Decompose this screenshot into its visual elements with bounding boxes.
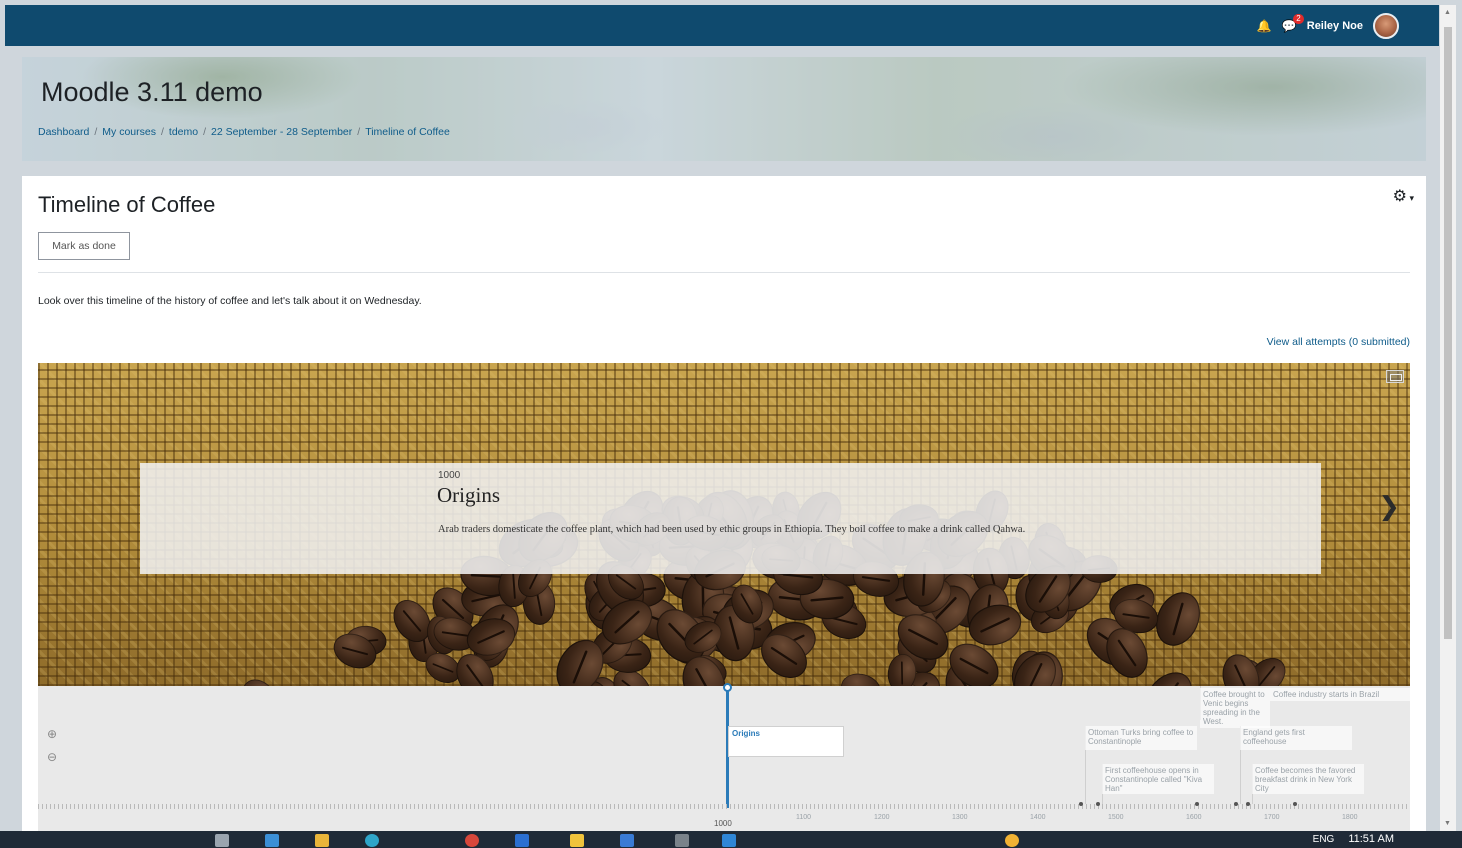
sticky-notes-icon[interactable]: [570, 834, 584, 847]
timeline-flag-ottoman[interactable]: Ottoman Turks bring coffee to Constantin…: [1085, 726, 1197, 750]
main-content: Timeline of Coffee ⚙ ▾ Mark as done Look…: [22, 176, 1426, 832]
scroll-down-icon[interactable]: ▼: [1444, 820, 1451, 827]
coffee-bean: [1137, 663, 1202, 686]
user-name[interactable]: Reiley Noe: [1307, 20, 1363, 32]
event-dot[interactable]: [1079, 802, 1083, 806]
language-indicator[interactable]: ENG: [1313, 834, 1335, 845]
coffee-bean: [837, 669, 885, 686]
task-view-icon[interactable]: [215, 834, 229, 847]
clock[interactable]: 11:51 AM: [1348, 833, 1394, 845]
breadcrumb-my-courses[interactable]: My courses: [102, 126, 156, 138]
app-icon[interactable]: [722, 834, 736, 847]
site-title: Moodle 3.11 demo: [41, 77, 263, 107]
axis-tick-1200: 1200: [874, 814, 890, 821]
gear-icon[interactable]: ⚙ ▾: [1393, 186, 1414, 206]
store-app-icon[interactable]: [620, 834, 634, 847]
page-scrollbar[interactable]: ▲ ▼: [1440, 5, 1456, 831]
timeline-slide-card: 1000 Origins Arab traders domesticate th…: [140, 463, 1321, 574]
mark-as-done-button[interactable]: Mark as done: [38, 232, 130, 260]
timeline-flag-england[interactable]: England gets first coffeehouse: [1240, 726, 1352, 750]
divider: [38, 272, 1410, 273]
message-count-badge: 2: [1293, 14, 1304, 24]
slide-title: Origins: [437, 483, 500, 507]
event-dot[interactable]: [1293, 802, 1297, 806]
breadcrumb-dashboard[interactable]: Dashboard: [38, 126, 89, 138]
timeline-flag-first-coffeehouse[interactable]: First coffeehouse opens in Constantinopl…: [1102, 764, 1214, 794]
avatar[interactable]: [1373, 13, 1399, 39]
file-explorer-icon[interactable]: [315, 834, 329, 847]
timeline-flag-breakfast[interactable]: Coffee becomes the favored breakfast dri…: [1252, 764, 1364, 794]
axis-tick-1500: 1500: [1108, 814, 1124, 821]
fullscreen-icon[interactable]: [1386, 370, 1404, 383]
slide-date: 1000: [438, 470, 461, 481]
scrollbar-thumb[interactable]: [1444, 27, 1452, 639]
timeline-flag-brazil[interactable]: Coffee industry starts in Brazil: [1270, 688, 1410, 701]
axis-tick-1800: 1800: [1342, 814, 1358, 821]
timeline-navigation[interactable]: ⊕ ⊖ Coffee brought to Venic begins sprea…: [38, 683, 1410, 832]
event-dot[interactable]: [1096, 802, 1100, 806]
header-image-overlay: [22, 57, 1426, 161]
activity-description: Look over this timeline of the history o…: [38, 295, 422, 307]
event-dot[interactable]: [1246, 802, 1250, 806]
top-navbar: 🔔 💬 2 Reiley Noe: [5, 5, 1439, 46]
os-taskbar: ENG 11:51 AM: [0, 831, 1462, 848]
axis-tick-1600: 1600: [1186, 814, 1202, 821]
edge-browser-icon[interactable]: [365, 834, 379, 847]
breadcrumb-activity[interactable]: Timeline of Coffee: [365, 126, 450, 138]
scroll-up-icon[interactable]: ▲: [1444, 9, 1451, 16]
settings-app-icon[interactable]: [675, 834, 689, 847]
chat-icon[interactable]: 💬 2: [1282, 14, 1304, 33]
view-attempts-link[interactable]: View all attempts (0 submitted): [1267, 336, 1410, 348]
axis-tick-1400: 1400: [1030, 814, 1046, 821]
timeline-flag-origins[interactable]: Origins: [728, 726, 844, 757]
page-title: Timeline of Coffee: [38, 192, 216, 217]
axis-tick-1700: 1700: [1264, 814, 1280, 821]
next-slide-chevron-icon[interactable]: ❯: [1378, 491, 1400, 522]
breadcrumb-course[interactable]: tdemo: [169, 126, 198, 138]
timeline-viewer: 1000 Origins Arab traders domesticate th…: [38, 363, 1410, 832]
mail-app-icon[interactable]: [265, 834, 279, 847]
axis-tick-1300: 1300: [952, 814, 968, 821]
chevron-down-icon: ▾: [1406, 193, 1414, 203]
bell-icon[interactable]: 🔔: [1257, 19, 1272, 33]
breadcrumb-week[interactable]: 22 September - 28 September: [211, 126, 352, 138]
user-menu-area: 🔔 💬 2 Reiley Noe: [1257, 13, 1399, 39]
time-axis-ruler: [38, 804, 1410, 809]
chrome-browser-icon[interactable]: [465, 834, 479, 847]
event-dot[interactable]: [1234, 802, 1238, 806]
tray-app-icon[interactable]: [1005, 834, 1019, 847]
axis-tick-1000: 1000: [714, 819, 732, 828]
coffee-bean: [234, 672, 286, 686]
axis-tick-1100: 1100: [796, 814, 812, 821]
page-header: Moodle 3.11 demo Dashboard / My courses …: [22, 57, 1426, 161]
timeline-slide-background: 1000 Origins Arab traders domesticate th…: [38, 363, 1410, 686]
word-app-icon[interactable]: [515, 834, 529, 847]
slide-text: Arab traders domesticate the coffee plan…: [438, 524, 1026, 535]
breadcrumb: Dashboard / My courses / tdemo / 22 Sept…: [38, 126, 450, 138]
current-position-dot: [723, 683, 732, 692]
timeline-flag-venice[interactable]: Coffee brought to Venic begins spreading…: [1200, 688, 1270, 728]
event-dot[interactable]: [1195, 802, 1199, 806]
system-tray: ENG 11:51 AM: [1313, 833, 1394, 845]
zoom-out-icon[interactable]: ⊖: [44, 749, 60, 765]
zoom-in-icon[interactable]: ⊕: [44, 726, 60, 742]
